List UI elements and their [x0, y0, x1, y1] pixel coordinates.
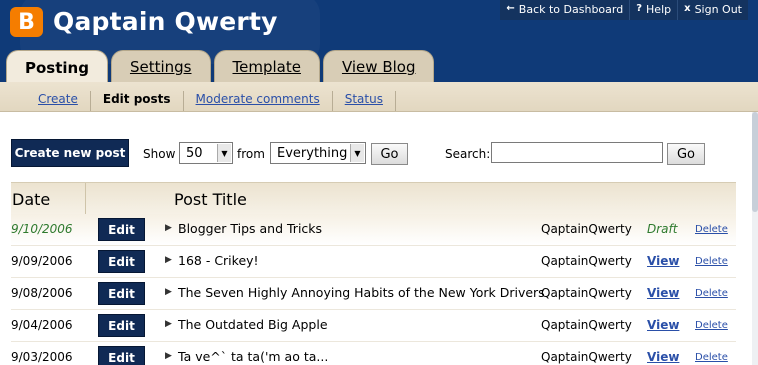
blogger-dashboard: B Qaptain Qwerty ← Back to Dashboard ? H…	[0, 0, 758, 365]
expand-triangle-icon[interactable]: ▶	[165, 223, 172, 233]
post-date: 9/09/2006	[11, 254, 73, 268]
show-count-value: 50	[186, 145, 203, 161]
posts-table-header: Date Post Title	[11, 182, 736, 215]
view-link[interactable]: View	[647, 286, 679, 300]
top-navigation: ← Back to Dashboard ? Help x Sign Out	[500, 0, 748, 20]
post-author: QaptainQwerty	[541, 254, 632, 268]
blog-title: Qaptain Qwerty	[53, 7, 278, 36]
table-row: 9/03/2006 Edit ▶ Ta ve^` ta ta('m ao ta.…	[11, 342, 736, 365]
delete-link[interactable]: Delete	[695, 320, 728, 331]
filter-value: Everything	[277, 145, 348, 161]
delete-link[interactable]: Delete	[695, 352, 728, 363]
blogger-logo-icon[interactable]: B	[10, 7, 43, 37]
post-date: 9/08/2006	[11, 286, 73, 300]
post-date: 9/04/2006	[11, 318, 73, 332]
dropdown-arrow-icon: ▼	[217, 144, 231, 162]
help-link[interactable]: ? Help	[629, 0, 677, 20]
table-row: 9/10/2006 Edit ▶ Blogger Tips and Tricks…	[11, 214, 736, 246]
close-icon: x	[684, 3, 691, 14]
column-divider	[85, 183, 86, 215]
table-row: 9/04/2006 Edit ▶ The Outdated Big Apple …	[11, 310, 736, 342]
from-label: from	[237, 147, 265, 161]
main-tabs: Posting Settings Template View Blog	[6, 50, 437, 84]
delete-link[interactable]: Delete	[695, 256, 728, 267]
back-to-dashboard-label: Back to Dashboard	[518, 3, 624, 16]
post-author: QaptainQwerty	[541, 350, 632, 364]
sign-out-link[interactable]: x Sign Out	[677, 0, 748, 20]
expand-triangle-icon[interactable]: ▶	[165, 287, 172, 297]
search-label: Search:	[445, 147, 491, 161]
dropdown-arrow-icon: ▼	[350, 144, 364, 162]
back-to-dashboard-link[interactable]: ← Back to Dashboard	[500, 0, 629, 20]
show-count-select[interactable]: 50 ▼	[179, 142, 233, 164]
search-input[interactable]	[491, 142, 663, 163]
subnav-items: Create Edit posts Moderate comments Stat…	[26, 91, 396, 111]
expand-triangle-icon[interactable]: ▶	[165, 319, 172, 329]
view-link[interactable]: View	[647, 254, 679, 268]
sub-navigation: Create Edit posts Moderate comments Stat…	[0, 82, 758, 112]
subnav-edit-posts[interactable]: Edit posts	[91, 91, 184, 111]
scrollbar-thumb[interactable]	[752, 112, 758, 212]
edit-button[interactable]: Edit	[98, 218, 145, 241]
post-date: 9/10/2006	[11, 222, 73, 236]
expand-triangle-icon[interactable]: ▶	[165, 351, 172, 361]
view-link[interactable]: View	[647, 318, 679, 332]
tab-posting[interactable]: Posting	[6, 50, 108, 84]
expand-triangle-icon[interactable]: ▶	[165, 255, 172, 265]
delete-link[interactable]: Delete	[695, 224, 728, 235]
table-row: 9/08/2006 Edit ▶ The Seven Highly Annoyi…	[11, 278, 736, 310]
tab-view-blog[interactable]: View Blog	[322, 50, 435, 83]
title-column-header[interactable]: Post Title	[174, 190, 247, 209]
post-title[interactable]: Blogger Tips and Tricks	[178, 221, 322, 236]
edit-button[interactable]: Edit	[98, 282, 145, 305]
edit-button[interactable]: Edit	[98, 346, 145, 365]
logo-letter: B	[18, 9, 35, 35]
tab-template[interactable]: Template	[213, 50, 320, 83]
post-status-draft: Draft	[647, 222, 678, 236]
subnav-create[interactable]: Create	[26, 91, 91, 111]
subnav-status[interactable]: Status	[333, 91, 396, 111]
post-title[interactable]: 168 - Crikey!	[178, 253, 259, 268]
filter-select[interactable]: Everything ▼	[270, 142, 366, 164]
create-new-post-button[interactable]: Create new post	[11, 139, 129, 167]
post-date: 9/03/2006	[11, 350, 73, 364]
help-icon: ?	[636, 3, 643, 14]
post-author: QaptainQwerty	[541, 286, 632, 300]
sign-out-label: Sign Out	[694, 3, 742, 16]
table-row: 9/09/2006 Edit ▶ 168 - Crikey! QaptainQw…	[11, 246, 736, 278]
edit-button[interactable]: Edit	[98, 314, 145, 337]
post-author: QaptainQwerty	[541, 222, 632, 236]
help-label: Help	[646, 3, 672, 16]
view-link[interactable]: View	[647, 350, 679, 364]
edit-button[interactable]: Edit	[98, 250, 145, 273]
post-title[interactable]: The Outdated Big Apple	[178, 317, 328, 332]
filter-go-button[interactable]: Go	[371, 143, 408, 165]
back-arrow-icon: ←	[506, 3, 515, 14]
tab-settings[interactable]: Settings	[110, 50, 211, 83]
search-go-button[interactable]: Go	[667, 143, 705, 165]
show-label: Show	[143, 147, 176, 161]
post-title[interactable]: The Seven Highly Annoying Habits of the …	[178, 285, 545, 300]
post-author: QaptainQwerty	[541, 318, 632, 332]
subnav-moderate-comments[interactable]: Moderate comments	[184, 91, 333, 111]
delete-link[interactable]: Delete	[695, 288, 728, 299]
post-title[interactable]: Ta ve^` ta ta('m ao ta...	[178, 349, 328, 364]
date-column-header[interactable]: Date	[12, 190, 50, 209]
